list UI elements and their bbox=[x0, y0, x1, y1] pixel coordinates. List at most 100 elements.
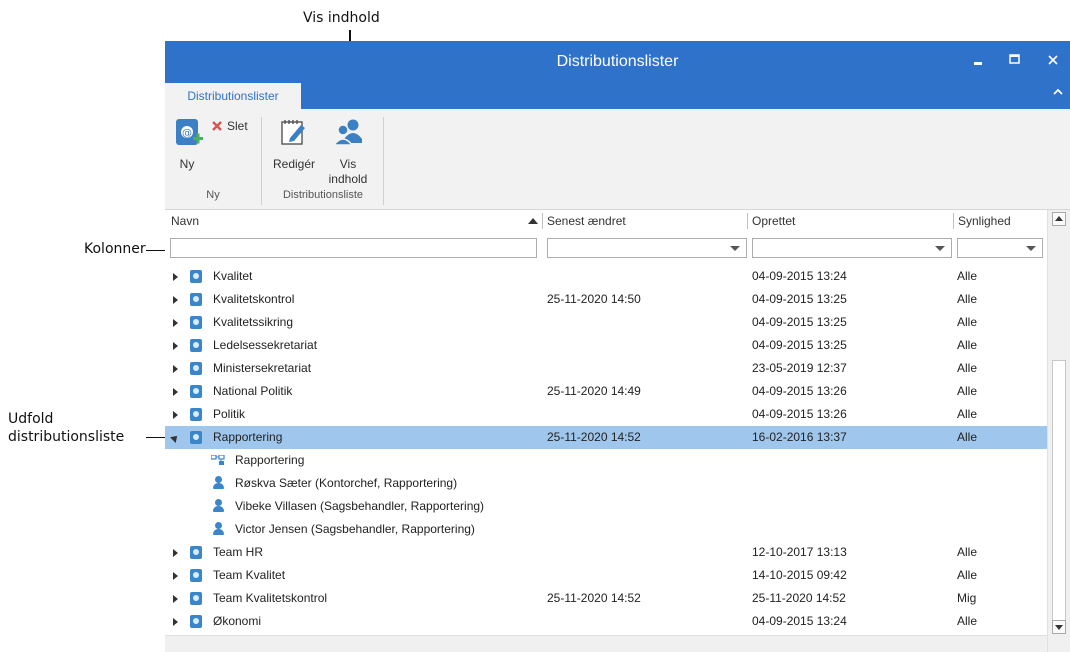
table-row[interactable]: Team HR 12-10-2017 13:13 Alle bbox=[165, 541, 1047, 564]
callout-kolonner: Kolonner bbox=[84, 241, 146, 257]
expand-icon[interactable] bbox=[173, 296, 178, 304]
table-row-selected[interactable]: Rapportering 25-11-2020 14:52 16-02-2016… bbox=[165, 426, 1047, 449]
cell-name: Ministersekretariat bbox=[213, 361, 312, 375]
cell-name: Team Kvalitet bbox=[213, 568, 286, 582]
expand-icon[interactable] bbox=[173, 273, 178, 281]
child-row[interactable]: Røskva Sæter (Kontorchef, Rapportering) bbox=[165, 472, 1047, 495]
expand-icon[interactable] bbox=[173, 365, 178, 373]
edit-icon bbox=[281, 120, 305, 145]
cell-name: Kvalitetssikring bbox=[213, 315, 294, 329]
child-row[interactable]: Victor Jensen (Sagsbehandler, Rapporteri… bbox=[165, 518, 1047, 541]
distribution-lists-window: Distributionslister Distributionslister … bbox=[165, 41, 1070, 652]
tab-distributionslister[interactable]: Distributionslister bbox=[165, 83, 301, 109]
cell-name: Team HR bbox=[213, 545, 264, 559]
column-header-oprettet[interactable]: Oprettet bbox=[752, 210, 795, 232]
expand-icon[interactable] bbox=[173, 595, 178, 603]
cell-created: 04-09-2015 13:24 bbox=[752, 614, 847, 628]
table-row[interactable]: Ledelsessekretariat 04-09-2015 13:25 All… bbox=[165, 334, 1047, 357]
distribution-list-icon bbox=[190, 431, 202, 444]
show-content-label-1: Vis bbox=[339, 157, 357, 171]
expand-icon[interactable] bbox=[173, 388, 178, 396]
user-icon bbox=[213, 499, 224, 513]
collapse-icon[interactable] bbox=[170, 433, 180, 443]
title-bar: Distributionslister bbox=[165, 41, 1070, 83]
new-button[interactable]: @ Ny bbox=[171, 117, 203, 177]
cell-name: Politik bbox=[213, 407, 246, 421]
callout-udfold-1: Udfold bbox=[8, 411, 54, 427]
ribbon: @ Ny Slet Ny Redigér Vis indhold Distrib… bbox=[165, 109, 1070, 210]
column-separator[interactable] bbox=[542, 213, 543, 229]
cell-visibility: Alle bbox=[957, 568, 978, 582]
horizontal-scrollbar[interactable] bbox=[165, 635, 1047, 652]
table-row[interactable]: Kvalitet 04-09-2015 13:24 Alle bbox=[165, 265, 1047, 288]
delete-button-label: Slet bbox=[227, 119, 248, 133]
scroll-thumb[interactable] bbox=[1052, 360, 1066, 622]
cell-visibility: Alle bbox=[957, 545, 978, 559]
svg-text:@: @ bbox=[182, 128, 192, 139]
column-header-navn[interactable]: Navn bbox=[171, 210, 199, 232]
expand-icon[interactable] bbox=[173, 572, 178, 580]
minimize-icon[interactable] bbox=[967, 49, 991, 73]
table-row[interactable]: National Politik 25-11-2020 14:49 04-09-… bbox=[165, 380, 1047, 403]
filter-navn-input[interactable] bbox=[170, 238, 537, 258]
column-header-senest-aendret[interactable]: Senest ændret bbox=[547, 210, 626, 232]
cell-created: 04-09-2015 13:26 bbox=[752, 384, 847, 398]
distribution-list-icon bbox=[190, 615, 202, 628]
column-header-synlighed[interactable]: Synlighed bbox=[958, 210, 1011, 232]
distribution-list-icon bbox=[190, 592, 202, 605]
new-button-label: Ny bbox=[179, 157, 195, 171]
child-row[interactable]: Rapportering bbox=[165, 449, 1047, 472]
table-row[interactable]: Team Kvalitetskontrol 25-11-2020 14:52 2… bbox=[165, 587, 1047, 610]
new-list-icon: @ bbox=[176, 119, 203, 145]
table-row[interactable]: Økonomi 04-09-2015 13:24 Alle bbox=[165, 610, 1047, 633]
distribution-list-icon bbox=[190, 339, 202, 352]
table-row[interactable]: Kvalitetssikring 04-09-2015 13:25 Alle bbox=[165, 311, 1047, 334]
callout-vis-indhold: Vis indhold bbox=[303, 10, 380, 26]
collapse-ribbon-icon[interactable] bbox=[1052, 86, 1064, 102]
cell-name: Økonomi bbox=[213, 614, 262, 628]
child-name: Rapportering bbox=[235, 453, 305, 467]
cell-changed: 25-11-2020 14:49 bbox=[547, 384, 641, 398]
table-row[interactable]: Kvalitetskontrol 25-11-2020 14:50 04-09-… bbox=[165, 288, 1047, 311]
filter-synlighed-select[interactable] bbox=[957, 238, 1043, 258]
table-row[interactable]: Ministersekretariat 23-05-2019 12:37 All… bbox=[165, 357, 1047, 380]
distribution-list-icon bbox=[190, 408, 202, 421]
column-separator[interactable] bbox=[953, 213, 954, 229]
edit-button-label: Redigér bbox=[272, 157, 316, 171]
vertical-scrollbar[interactable] bbox=[1047, 210, 1070, 652]
dropdown-arrow-icon bbox=[730, 246, 740, 251]
filter-senest-aendret-select[interactable] bbox=[547, 238, 747, 258]
cell-changed: 25-11-2020 14:50 bbox=[547, 292, 641, 306]
scroll-up-icon[interactable] bbox=[1052, 212, 1066, 226]
delete-button[interactable]: Slet bbox=[209, 117, 255, 137]
ribbon-tab-row: Distributionslister bbox=[165, 83, 1070, 109]
cell-changed: 25-11-2020 14:52 bbox=[547, 430, 641, 444]
delete-icon bbox=[212, 121, 222, 131]
users-icon bbox=[333, 119, 362, 146]
cell-name: Ledelsessekretariat bbox=[213, 338, 318, 352]
cell-created: 04-09-2015 13:26 bbox=[752, 407, 847, 421]
expand-icon[interactable] bbox=[173, 549, 178, 557]
show-content-button[interactable]: Vis indhold bbox=[325, 117, 371, 187]
child-row[interactable]: Vibeke Villasen (Sagsbehandler, Rapporte… bbox=[165, 495, 1047, 518]
sort-ascending-icon[interactable] bbox=[528, 218, 538, 224]
cell-visibility: Alle bbox=[957, 384, 978, 398]
user-icon bbox=[213, 522, 224, 536]
close-icon[interactable] bbox=[1041, 49, 1065, 73]
expand-icon[interactable] bbox=[173, 618, 178, 626]
table-row[interactable]: Politik 04-09-2015 13:26 Alle bbox=[165, 403, 1047, 426]
edit-button[interactable]: Redigér bbox=[271, 117, 317, 177]
cell-created: 04-09-2015 13:24 bbox=[752, 269, 847, 283]
distribution-list-icon bbox=[190, 385, 202, 398]
filter-oprettet-select[interactable] bbox=[752, 238, 952, 258]
expand-icon[interactable] bbox=[173, 342, 178, 350]
distribution-list-icon bbox=[190, 569, 202, 582]
maximize-icon[interactable] bbox=[1003, 49, 1027, 73]
distribution-list-icon bbox=[190, 316, 202, 329]
expand-icon[interactable] bbox=[173, 411, 178, 419]
expand-icon[interactable] bbox=[173, 319, 178, 327]
scroll-down-icon[interactable] bbox=[1052, 620, 1066, 634]
distribution-list-grid: Navn Senest ændret Oprettet Synlighed Kv… bbox=[165, 210, 1070, 652]
column-separator[interactable] bbox=[747, 213, 748, 229]
table-row[interactable]: Team Kvalitet 14-10-2015 09:42 Alle bbox=[165, 564, 1047, 587]
